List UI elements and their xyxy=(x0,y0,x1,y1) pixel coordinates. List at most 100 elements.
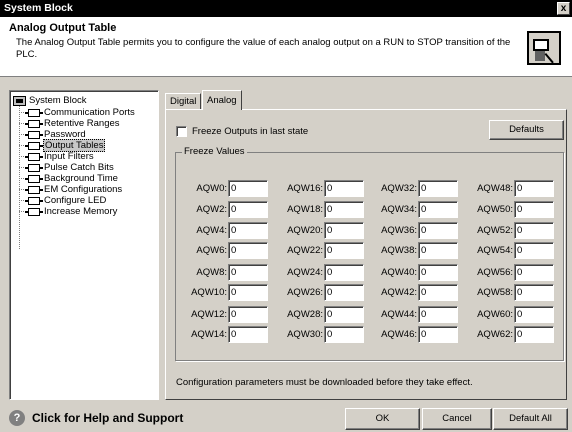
aqw-value-input[interactable]: 0 xyxy=(514,264,554,281)
aqw-value-input[interactable]: 0 xyxy=(324,264,364,281)
aqw-label: AQW42: xyxy=(381,287,417,298)
config-node-icon xyxy=(25,130,43,139)
navigation-tree[interactable]: System Block Communication Ports Retentiv… xyxy=(9,90,159,400)
help-link[interactable]: ? Click for Help and Support xyxy=(9,410,183,426)
aqw-value-input[interactable]: 0 xyxy=(228,264,268,281)
aqw-value-input[interactable]: 0 xyxy=(228,326,268,343)
aqw-value-input[interactable]: 0 xyxy=(228,306,268,323)
aqw-value-input[interactable]: 0 xyxy=(514,306,554,323)
tab-digital[interactable]: Digital xyxy=(165,93,202,109)
ok-button[interactable]: OK xyxy=(345,408,420,430)
aqw-label: AQW10: xyxy=(191,287,227,298)
config-node-icon xyxy=(25,119,43,128)
tree-root[interactable]: System Block xyxy=(13,95,87,106)
aqw-label: AQW20: xyxy=(287,225,323,236)
aqw-field: AQW28: 0 xyxy=(283,306,364,323)
aqw-value-input[interactable]: 0 xyxy=(418,242,458,259)
tree-item[interactable]: EM Configurations xyxy=(19,184,123,195)
aqw-label: AQW18: xyxy=(287,204,323,215)
aqw-value-input[interactable]: 0 xyxy=(324,242,364,259)
tree-item[interactable]: Increase Memory xyxy=(19,206,118,217)
output-table-icon xyxy=(527,31,562,65)
aqw-label: AQW28: xyxy=(287,309,323,320)
aqw-value-input[interactable]: 0 xyxy=(324,306,364,323)
aqw-value-input[interactable]: 0 xyxy=(418,222,458,239)
aqw-label: AQW38: xyxy=(381,245,417,256)
aqw-field: AQW62: 0 xyxy=(473,326,554,343)
tree-item[interactable]: Retentive Ranges xyxy=(19,118,121,129)
aqw-value-input[interactable]: 0 xyxy=(418,180,458,197)
aqw-label: AQW40: xyxy=(381,267,417,278)
aqw-value-input[interactable]: 0 xyxy=(324,222,364,239)
aqw-value-input[interactable]: 0 xyxy=(418,201,458,218)
freeze-outputs-checkbox[interactable]: Freeze Outputs in last state xyxy=(176,126,308,137)
aqw-label: AQW12: xyxy=(191,309,227,320)
config-node-icon xyxy=(25,163,43,172)
aqw-value-input[interactable]: 0 xyxy=(324,326,364,343)
aqw-value-input[interactable]: 0 xyxy=(418,284,458,301)
aqw-value-input[interactable]: 0 xyxy=(324,284,364,301)
aqw-label: AQW16: xyxy=(287,183,323,194)
aqw-label: AQW30: xyxy=(287,329,323,340)
aqw-field: AQW36: 0 xyxy=(377,222,458,239)
aqw-value-input[interactable]: 0 xyxy=(514,180,554,197)
aqw-value-input[interactable]: 0 xyxy=(228,222,268,239)
aqw-value-input[interactable]: 0 xyxy=(514,242,554,259)
aqw-value-input[interactable]: 0 xyxy=(418,326,458,343)
aqw-value-input[interactable]: 0 xyxy=(228,242,268,259)
cancel-button[interactable]: Cancel xyxy=(422,408,492,430)
tree-item[interactable]: Configure LED xyxy=(19,195,107,206)
config-node-icon xyxy=(25,174,43,183)
tree-item[interactable]: Pulse Catch Bits xyxy=(19,162,115,173)
aqw-label: AQW6: xyxy=(196,245,227,256)
aqw-field: AQW52: 0 xyxy=(473,222,554,239)
config-node-icon xyxy=(25,185,43,194)
aqw-label: AQW34: xyxy=(381,204,417,215)
aqw-value-input[interactable]: 0 xyxy=(418,306,458,323)
tree-item-label: Input Filters xyxy=(44,151,94,162)
checkbox-box[interactable] xyxy=(176,126,187,137)
aqw-field: AQW20: 0 xyxy=(283,222,364,239)
aqw-value-input[interactable]: 0 xyxy=(228,201,268,218)
aqw-field: AQW0: 0 xyxy=(187,180,268,197)
aqw-value-input[interactable]: 0 xyxy=(228,180,268,197)
aqw-label: AQW22: xyxy=(287,245,323,256)
tree-item[interactable]: Output Tables xyxy=(19,139,106,152)
default-all-button[interactable]: Default All xyxy=(493,408,568,430)
page-title: Analog Output Table xyxy=(9,22,117,34)
aqw-field: AQW32: 0 xyxy=(377,180,458,197)
aqw-field: AQW14: 0 xyxy=(187,326,268,343)
aqw-value-input[interactable]: 0 xyxy=(514,201,554,218)
aqw-field: AQW18: 0 xyxy=(283,201,364,218)
aqw-field: AQW44: 0 xyxy=(377,306,458,323)
close-icon[interactable]: x xyxy=(557,2,570,15)
aqw-label: AQW26: xyxy=(287,287,323,298)
aqw-field: AQW24: 0 xyxy=(283,264,364,281)
tree-item-label: Communication Ports xyxy=(44,107,135,118)
aqw-value-input[interactable]: 0 xyxy=(514,326,554,343)
tree-item-label: Retentive Ranges xyxy=(44,118,120,129)
aqw-value-input[interactable]: 0 xyxy=(418,264,458,281)
window-title: System Block xyxy=(4,2,73,14)
aqw-value-input[interactable]: 0 xyxy=(514,284,554,301)
freeze-values-label: Freeze Values xyxy=(182,146,247,157)
aqw-field: AQW38: 0 xyxy=(377,242,458,259)
aqw-value-input[interactable]: 0 xyxy=(324,180,364,197)
aqw-value-input[interactable]: 0 xyxy=(514,222,554,239)
aqw-field: AQW56: 0 xyxy=(473,264,554,281)
tree-item[interactable]: Communication Ports xyxy=(19,107,136,118)
tree-item[interactable]: Input Filters xyxy=(19,151,95,162)
aqw-field: AQW12: 0 xyxy=(187,306,268,323)
aqw-label: AQW52: xyxy=(477,225,513,236)
aqw-field: AQW22: 0 xyxy=(283,242,364,259)
defaults-button[interactable]: Defaults xyxy=(489,120,564,140)
tab-analog[interactable]: Analog xyxy=(202,90,242,110)
aqw-field: AQW8: 0 xyxy=(187,264,268,281)
aqw-label: AQW24: xyxy=(287,267,323,278)
aqw-label: AQW14: xyxy=(191,329,227,340)
aqw-value-input[interactable]: 0 xyxy=(228,284,268,301)
aqw-label: AQW8: xyxy=(196,267,227,278)
tree-item[interactable]: Background Time xyxy=(19,173,119,184)
aqw-value-input[interactable]: 0 xyxy=(324,201,364,218)
config-note: Configuration parameters must be downloa… xyxy=(176,377,473,388)
